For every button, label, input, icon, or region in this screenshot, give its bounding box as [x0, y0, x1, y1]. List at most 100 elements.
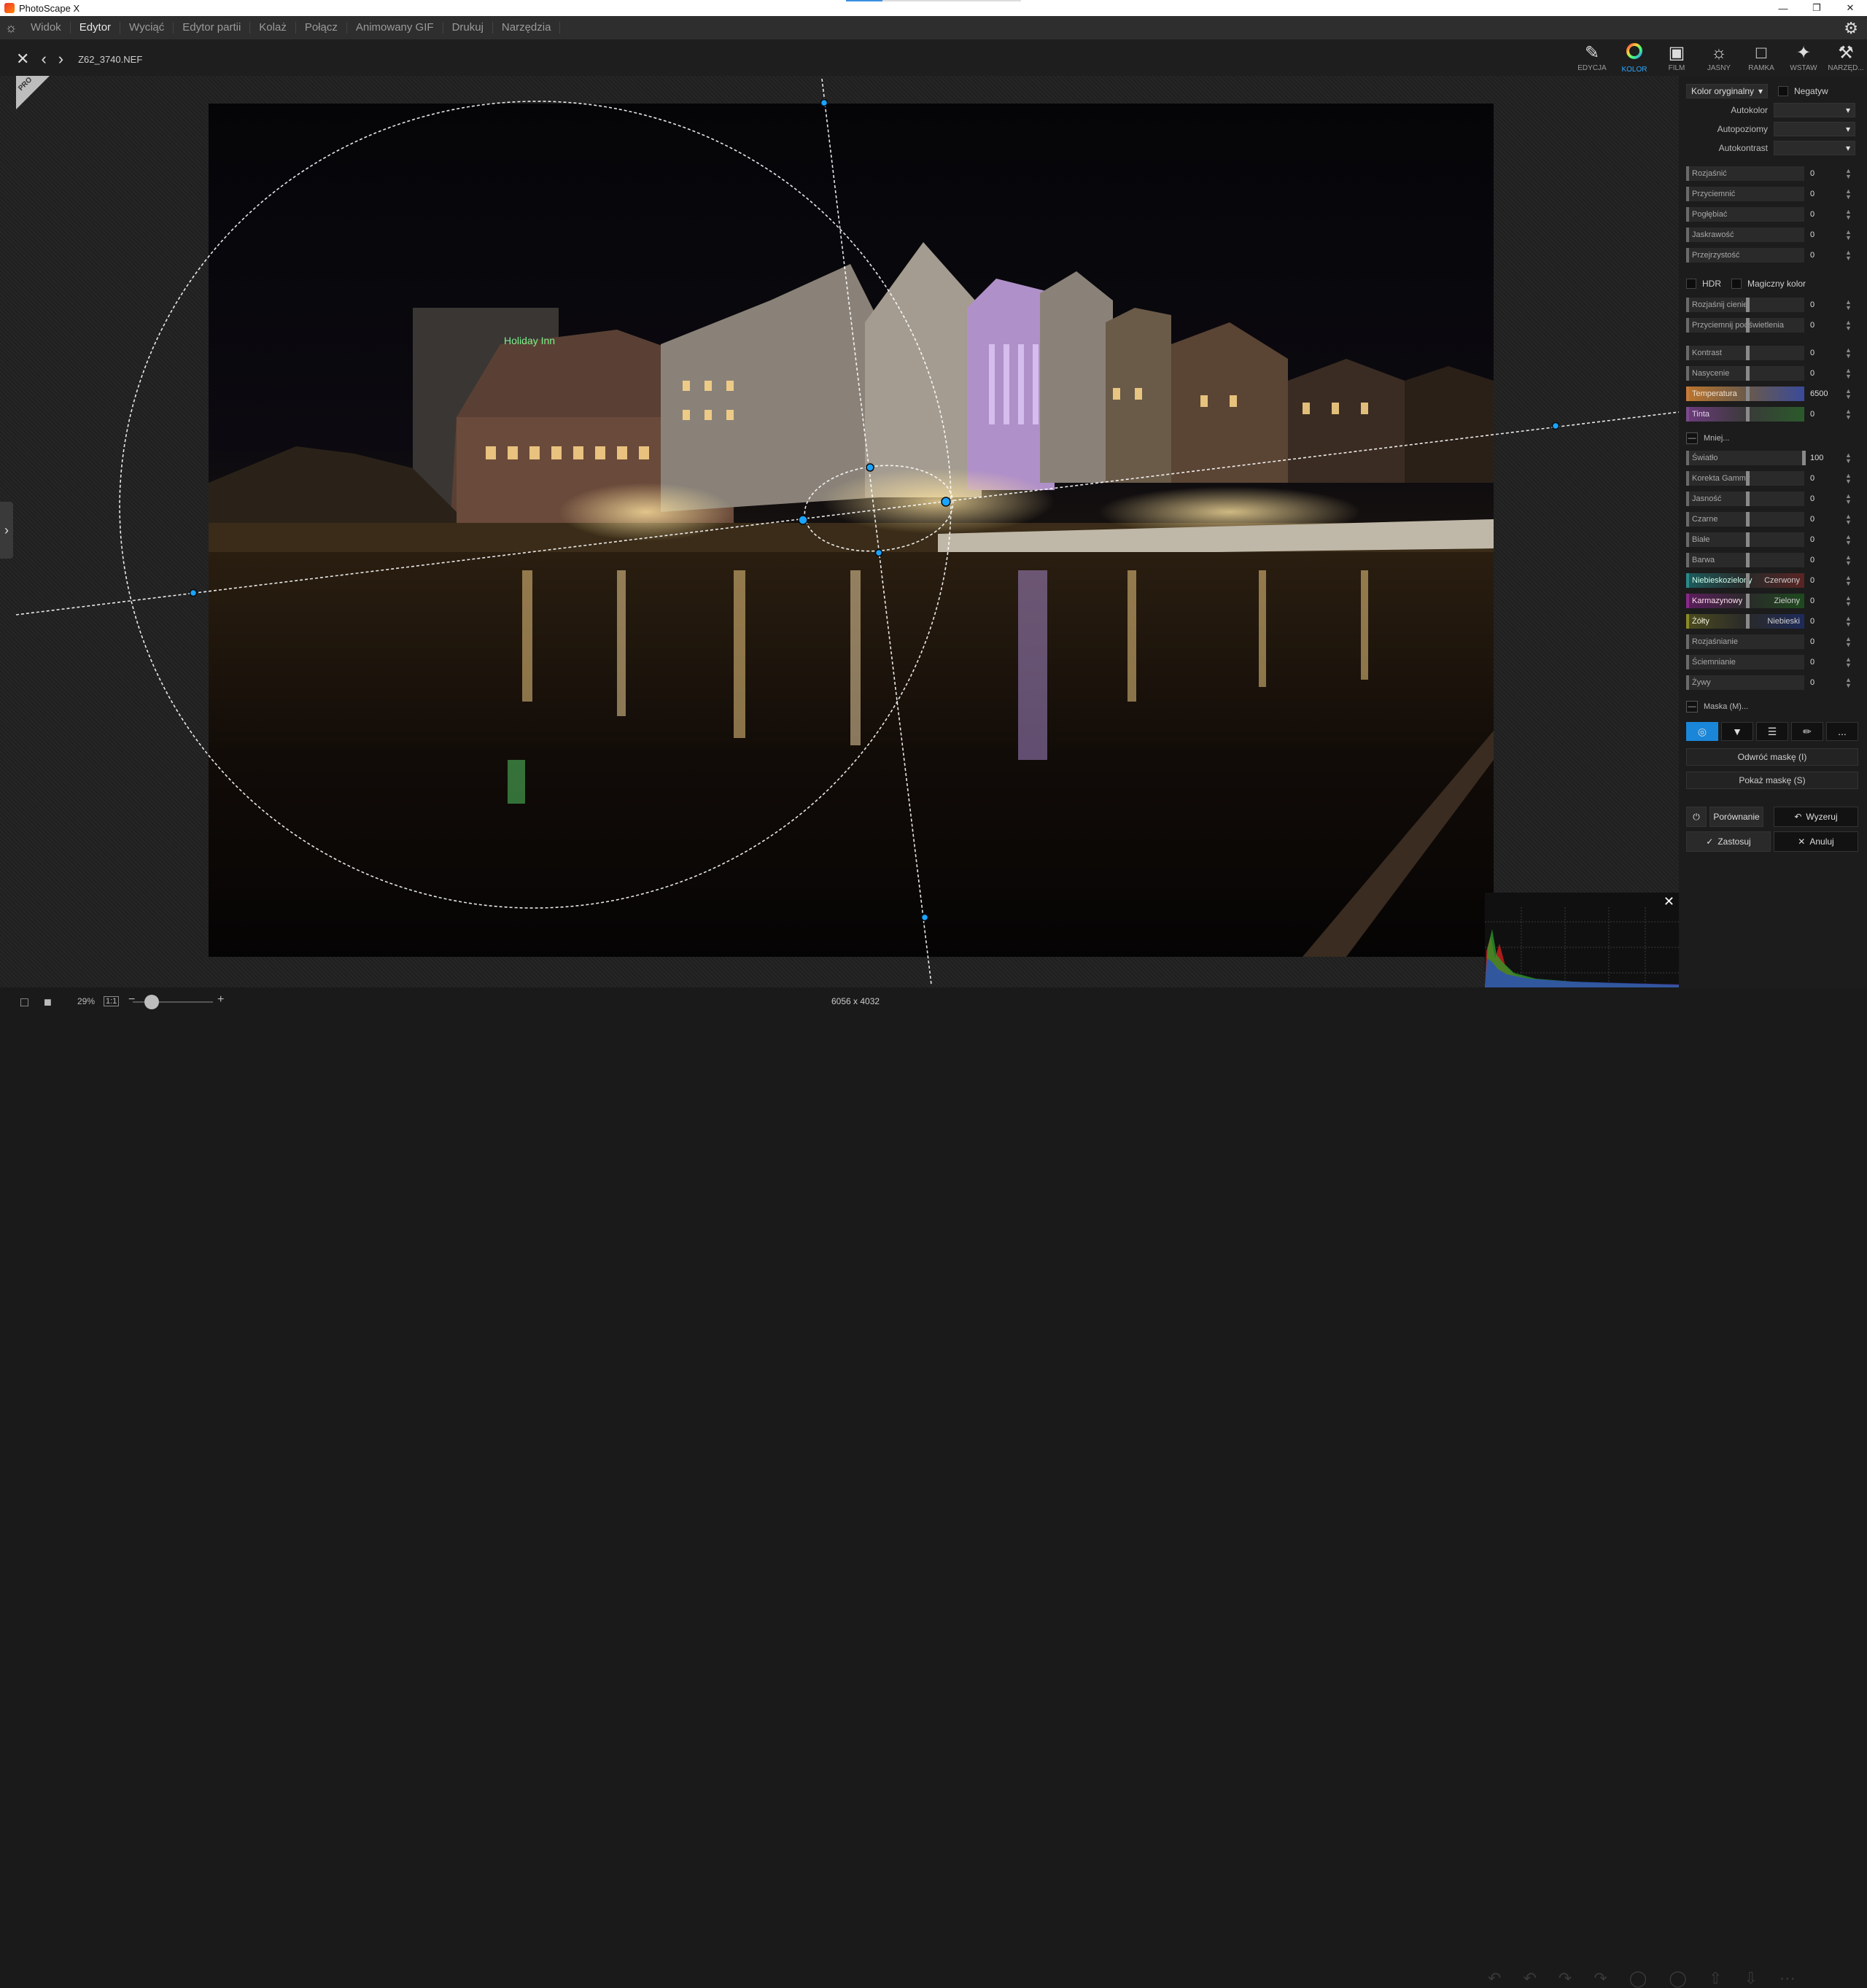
- value-tinta[interactable]: 0: [1810, 410, 1839, 419]
- slider-czarne[interactable]: Czarne: [1686, 512, 1804, 527]
- spinner-icon[interactable]: ▲ ▼: [1845, 616, 1852, 628]
- show-mask-button[interactable]: Pokaż maskę (S): [1686, 772, 1858, 789]
- value-zywy[interactable]: 0: [1810, 678, 1839, 687]
- reset-button[interactable]: ↶ Wyzeruj: [1774, 807, 1858, 827]
- value-poglebiac[interactable]: 0: [1810, 210, 1839, 219]
- undo-all-icon[interactable]: ↶: [1523, 1969, 1536, 1988]
- value-sciemnianie[interactable]: 0: [1810, 658, 1839, 667]
- spinner-icon[interactable]: ▲ ▼: [1845, 299, 1852, 311]
- close-file-icon[interactable]: ✕: [16, 50, 29, 69]
- spinner-icon[interactable]: ▲ ▼: [1845, 249, 1852, 262]
- value-rozjasnianie[interactable]: 0: [1810, 637, 1839, 646]
- brush-mask-icon[interactable]: ✏: [1791, 722, 1823, 741]
- tab-edycja[interactable]: ✎ EDYCJA: [1571, 39, 1613, 76]
- spinner-icon[interactable]: ▲ ▼: [1845, 534, 1852, 546]
- slider-barwa[interactable]: Barwa: [1686, 553, 1804, 567]
- spinner-icon[interactable]: ▲ ▼: [1845, 636, 1852, 648]
- spinner-icon[interactable]: ▲ ▼: [1845, 388, 1852, 400]
- zoom-slider-knob[interactable]: [144, 995, 159, 1009]
- slider-tinta[interactable]: Tinta: [1686, 407, 1804, 422]
- slider-przyciemnic[interactable]: Przyciemnić: [1686, 187, 1804, 201]
- prev-file-icon[interactable]: ‹: [41, 50, 46, 69]
- value-przyciemnic[interactable]: 0: [1810, 190, 1839, 198]
- value-jaskrawosc[interactable]: 0: [1810, 230, 1839, 239]
- redo-icon[interactable]: ↷: [1559, 1969, 1572, 1988]
- slider-korekta-gammy[interactable]: Korekta Gammy: [1686, 471, 1804, 486]
- lines-mask-icon[interactable]: ☰: [1756, 722, 1788, 741]
- slider-nasycenie[interactable]: Nasycenie: [1686, 366, 1804, 381]
- tab-kolor[interactable]: KOLOR: [1613, 39, 1656, 76]
- slider-jaskrawosc[interactable]: Jaskrawość: [1686, 228, 1804, 242]
- slider-jasnosc[interactable]: Jasność: [1686, 492, 1804, 506]
- spinner-icon[interactable]: ▲ ▼: [1845, 677, 1852, 689]
- spinner-icon[interactable]: ▲ ▼: [1845, 209, 1852, 221]
- spinner-icon[interactable]: ▲ ▼: [1845, 368, 1852, 380]
- more-mask-button[interactable]: ...: [1826, 722, 1858, 741]
- slider-przejrzystosc[interactable]: Przejrzystość: [1686, 248, 1804, 263]
- histogram-close-icon[interactable]: ✕: [1664, 894, 1674, 909]
- zoom-in-icon[interactable]: +: [217, 993, 224, 1006]
- menu-edytor[interactable]: Edytor: [71, 22, 121, 34]
- slider-temperatura[interactable]: Temperatura: [1686, 387, 1804, 401]
- invert-mask-button[interactable]: Odwróć maskę (I): [1686, 748, 1858, 766]
- spinner-icon[interactable]: ▲ ▼: [1845, 168, 1852, 180]
- magic-color-checkbox[interactable]: [1731, 279, 1742, 289]
- value-barwa[interactable]: 0: [1810, 556, 1839, 564]
- tab-jasny[interactable]: ☼ JASNY: [1698, 39, 1740, 76]
- value-przyciemnij-podswietlenia[interactable]: 0: [1810, 321, 1839, 330]
- value-przejrzystosc[interactable]: 0: [1810, 251, 1839, 260]
- tab-ramka[interactable]: □ RAMKA: [1740, 39, 1782, 76]
- spinner-icon[interactable]: ▲ ▼: [1845, 575, 1852, 587]
- slider-rozjasnic[interactable]: Rozjaśnić: [1686, 166, 1804, 181]
- menu-kolaz[interactable]: Kolaż: [250, 22, 296, 34]
- spinner-icon[interactable]: ▲ ▼: [1845, 408, 1852, 421]
- original-icon[interactable]: ◯: [1629, 1969, 1647, 1988]
- spinner-icon[interactable]: ▲ ▼: [1845, 319, 1852, 332]
- value-niebieskozielony[interactable]: 0: [1810, 576, 1839, 585]
- slider-zolty-niebieski[interactable]: Żółty Niebieski: [1686, 614, 1804, 629]
- compare-icon[interactable]: ◯: [1669, 1969, 1687, 1988]
- value-rozjasnij-cienie[interactable]: 0: [1810, 300, 1839, 309]
- hdr-checkbox[interactable]: [1686, 279, 1696, 289]
- mask-section-toggle[interactable]: — Maska (M)...: [1686, 699, 1858, 715]
- tab-wstaw[interactable]: ✦ WSTAW: [1782, 39, 1825, 76]
- autokontrast-select[interactable]: ▾: [1774, 141, 1855, 155]
- menu-edytor-partii[interactable]: Edytor partii: [174, 22, 251, 34]
- photo-image[interactable]: Holiday Inn: [209, 104, 1494, 957]
- spinner-icon[interactable]: ▲ ▼: [1845, 452, 1852, 465]
- slider-karmazynowy-zielony[interactable]: Karmazynowy Zielony: [1686, 594, 1804, 608]
- slider-rozjasnij-cienie[interactable]: Rozjaśnij cienie: [1686, 298, 1804, 312]
- spinner-icon[interactable]: ▲ ▼: [1845, 513, 1852, 526]
- value-korekta-gammy[interactable]: 0: [1810, 474, 1839, 483]
- fit-window-icon[interactable]: ■: [44, 995, 52, 1010]
- slider-kontrast[interactable]: Kontrast: [1686, 346, 1804, 360]
- toggle-effect-icon[interactable]: ⏻: [1686, 807, 1707, 827]
- less-section-toggle[interactable]: — Mniej...: [1686, 430, 1858, 446]
- share-icon[interactable]: ⇧: [1709, 1969, 1722, 1988]
- menu-drukuj[interactable]: Drukuj: [443, 22, 493, 34]
- autopoziomy-select[interactable]: ▾: [1774, 122, 1855, 136]
- tab-film[interactable]: ▣ FILM: [1656, 39, 1698, 76]
- cancel-button[interactable]: ✕ Anuluj: [1774, 831, 1858, 852]
- spinner-icon[interactable]: ▲ ▼: [1845, 656, 1852, 669]
- value-biale[interactable]: 0: [1810, 535, 1839, 544]
- maximize-icon[interactable]: ❐: [1800, 0, 1833, 16]
- value-swiatlo[interactable]: 100: [1810, 454, 1839, 462]
- slider-sciemnianie[interactable]: Ściemnianie: [1686, 655, 1804, 669]
- zoom-out-icon[interactable]: −: [128, 993, 135, 1006]
- linear-filter-icon[interactable]: ▼: [1721, 722, 1753, 741]
- value-czarne[interactable]: 0: [1810, 515, 1839, 524]
- slider-zywy[interactable]: Żywy: [1686, 675, 1804, 690]
- value-karmazynowy[interactable]: 0: [1810, 597, 1839, 605]
- zoom-1to1-button[interactable]: 1:1: [104, 996, 120, 1006]
- slider-rozjasnianie[interactable]: Rozjaśnianie: [1686, 634, 1804, 649]
- spinner-icon[interactable]: ▲ ▼: [1845, 229, 1852, 241]
- spinner-icon[interactable]: ▲ ▼: [1845, 493, 1852, 505]
- negative-checkbox[interactable]: [1778, 86, 1788, 96]
- settings-gear-icon[interactable]: ⚙: [1844, 19, 1858, 38]
- spinner-icon[interactable]: ▲ ▼: [1845, 188, 1852, 201]
- slider-biale[interactable]: Białe: [1686, 532, 1804, 547]
- value-rozjasnic[interactable]: 0: [1810, 169, 1839, 178]
- save-icon[interactable]: ⇩: [1744, 1969, 1757, 1988]
- undo-icon[interactable]: ↶: [1488, 1969, 1501, 1988]
